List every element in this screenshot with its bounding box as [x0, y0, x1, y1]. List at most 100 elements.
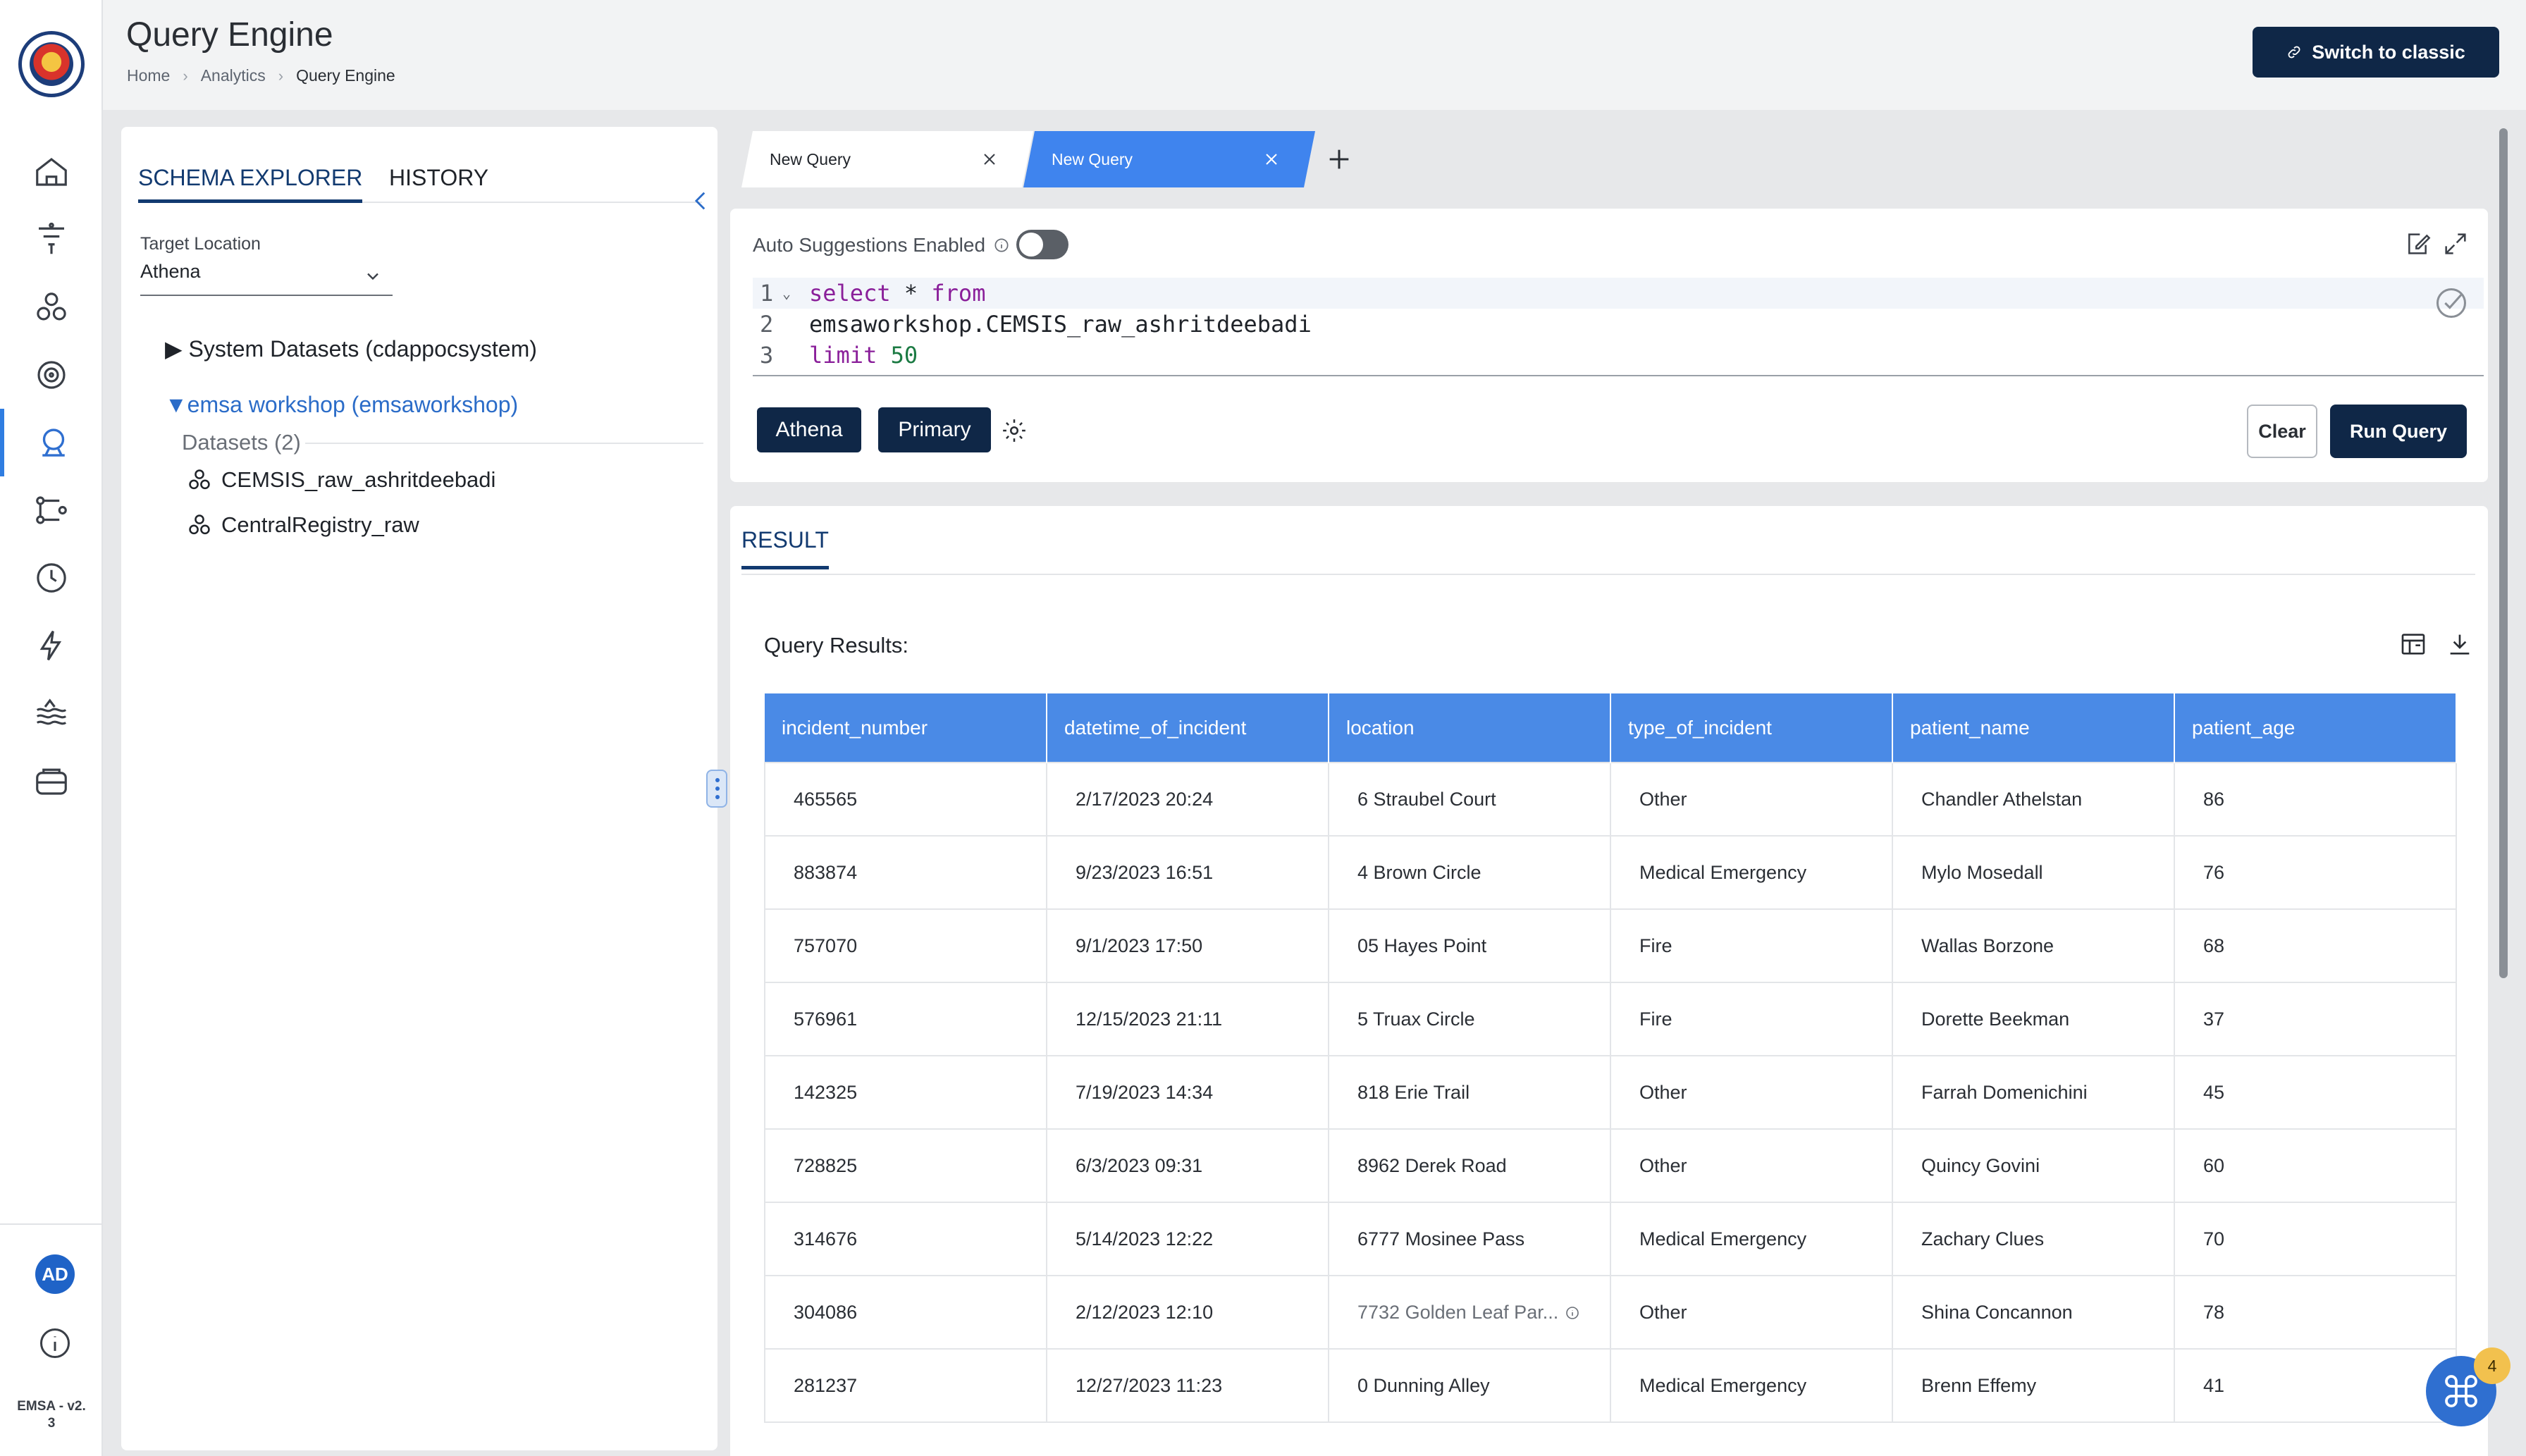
table-cell-incident-number: 728825	[764, 1128, 1047, 1203]
column-header[interactable]: patient_age	[2174, 693, 2457, 763]
sql-text: *	[890, 280, 932, 307]
table-row[interactable]: 576961 12/15/2023 21:11 5 Truax Circle Fire…	[764, 982, 2457, 1056]
target-location-select[interactable]: Athena	[140, 261, 393, 296]
workgroup-chip[interactable]: Primary	[878, 407, 991, 452]
table-cell-datetime-of-incident: 12/15/2023 21:11	[1046, 982, 1329, 1056]
table-cell-location: 0 Dunning Alley	[1328, 1348, 1611, 1423]
data-lake-icon[interactable]	[0, 679, 103, 747]
column-header[interactable]: location	[1329, 693, 1611, 763]
table-cell-incident-number: 304086	[764, 1275, 1047, 1350]
edit-document-icon[interactable]	[2403, 230, 2432, 258]
column-header[interactable]: datetime_of_incident	[1047, 693, 1329, 763]
avatar[interactable]: AD	[35, 1254, 75, 1294]
table-cell-incident-number: 883874	[764, 835, 1047, 910]
table-row[interactable]: 465565 2/17/2023 20:24 6 Straubel Court Oth…	[764, 762, 2457, 837]
panel-resize-handle[interactable]	[706, 770, 727, 808]
clear-button[interactable]: Clear	[2247, 405, 2317, 458]
breadcrumb-analytics[interactable]: Analytics	[201, 66, 266, 85]
filter-funnel-icon[interactable]	[0, 206, 103, 273]
cell-value: Chandler Athelstan	[1921, 788, 2083, 810]
table-row[interactable]: 142325 7/19/2023 14:34 818 Erie Trail Other…	[764, 1055, 2457, 1130]
column-header[interactable]: incident_number	[765, 693, 1047, 763]
cell-value: Medical Emergency	[1639, 861, 1807, 883]
cell-value: 2/12/2023 12:10	[1076, 1301, 1214, 1323]
pipeline-icon[interactable]	[0, 476, 103, 544]
table-row[interactable]: 883874 9/23/2023 16:51 4 Brown Circle Medic…	[764, 835, 2457, 910]
cell-value: Medical Emergency	[1639, 1228, 1807, 1250]
datasets-icon[interactable]	[0, 273, 103, 341]
target-icon[interactable]	[0, 341, 103, 409]
table-cell-type-of-incident: Medical Emergency	[1610, 1348, 1893, 1423]
cell-value: Mylo Mosedall	[1921, 861, 2043, 883]
format-check-icon[interactable]	[2433, 285, 2470, 321]
table-row[interactable]: 281237 12/27/2023 11:23 0 Dunning Alley Med…	[764, 1348, 2457, 1423]
table-row[interactable]: 314676 5/14/2023 12:22 6777 Mosinee Pass Me…	[764, 1202, 2457, 1276]
dataset-item[interactable]: CEMSIS_raw_ashritdeebadi	[186, 467, 495, 493]
close-icon[interactable]	[980, 149, 999, 169]
tab-history[interactable]: HISTORY	[389, 152, 488, 203]
fold-chevron-icon[interactable]: ⌄	[782, 278, 791, 309]
dataset-item[interactable]: CentralRegistry_raw	[186, 512, 419, 538]
cell-value: 6/3/2023 09:31	[1076, 1154, 1203, 1176]
lightning-icon[interactable]	[0, 612, 103, 679]
query-tab[interactable]: New Query	[741, 131, 1033, 187]
tree-node-system-datasets[interactable]: ▶ System Datasets (cdappocsystem)	[165, 335, 537, 362]
result-tabs-divider	[741, 574, 2475, 575]
table-cell-patient-age: 86	[2174, 762, 2457, 837]
cell-value: Medical Emergency	[1639, 1374, 1807, 1396]
query-engine-icon[interactable]	[0, 409, 103, 476]
table-cell-patient-age: 37	[2174, 982, 2457, 1056]
run-query-button[interactable]: Run Query	[2330, 405, 2467, 458]
cell-value: 304086	[794, 1301, 858, 1323]
table-row[interactable]: 728825 6/3/2023 09:31 8962 Derek Road Other…	[764, 1128, 2457, 1203]
tab-schema-explorer[interactable]: SCHEMA EXPLORER	[138, 152, 363, 203]
column-header[interactable]: patient_name	[1892, 693, 2175, 763]
column-header[interactable]: type_of_incident	[1610, 693, 1893, 763]
table-cell-patient-name: Zachary Clues	[1892, 1202, 2175, 1276]
table-cell-patient-name: Brenn Effemy	[1892, 1348, 2175, 1423]
table-cell-type-of-incident: Other	[1610, 762, 1893, 837]
close-icon[interactable]	[1262, 149, 1281, 169]
chevron-right-icon: ›	[183, 66, 188, 85]
cell-value: 5 Truax Circle	[1357, 1008, 1475, 1030]
query-tab-active[interactable]: New Query	[1023, 131, 1315, 187]
breadcrumb-home[interactable]: Home	[127, 66, 170, 85]
home-icon[interactable]	[0, 138, 103, 206]
clock-icon[interactable]	[0, 544, 103, 612]
info-icon[interactable]	[37, 1325, 73, 1362]
table-row[interactable]: 304086 2/12/2023 12:10 7732 Golden Leaf Pa…	[764, 1275, 2457, 1350]
switch-to-classic-button[interactable]: Switch to classic	[2253, 27, 2499, 78]
cell-value: 41	[2203, 1374, 2225, 1396]
cell-value: 576961	[794, 1008, 858, 1030]
add-tab-icon[interactable]	[1325, 145, 1353, 173]
download-icon[interactable]	[2446, 630, 2474, 658]
table-row[interactable]: 757070 9/1/2023 17:50 05 Hayes Point Fire Wa…	[764, 908, 2457, 983]
table-cell-datetime-of-incident: 5/14/2023 12:22	[1046, 1202, 1329, 1276]
query-results-label: Query Results:	[764, 633, 909, 658]
cell-value: Zachary Clues	[1921, 1228, 2045, 1250]
info-icon[interactable]	[992, 236, 1011, 254]
cell-value: 4 Brown Circle	[1357, 861, 1481, 883]
sql-text: emsaworkshop.CEMSIS_raw_ashritdeebadi	[809, 311, 1312, 338]
info-icon[interactable]	[1564, 1304, 1581, 1321]
expand-icon[interactable]	[2441, 230, 2470, 258]
storage-icon[interactable]	[0, 747, 103, 815]
tree-node-emsa-workshop[interactable]: ▼emsa workshop (emsaworkshop)	[165, 392, 518, 418]
table-view-icon[interactable]	[2399, 630, 2427, 658]
gear-icon[interactable]	[1001, 417, 1028, 444]
table-cell-datetime-of-incident: 7/19/2023 14:34	[1046, 1055, 1329, 1130]
cell-value: 12/27/2023 11:23	[1076, 1374, 1223, 1396]
engine-chip[interactable]: Athena	[757, 407, 861, 452]
collapse-panel-icon[interactable]	[689, 189, 713, 213]
emsa-logo[interactable]	[18, 31, 85, 97]
tab-result[interactable]: RESULT	[741, 527, 829, 569]
breadcrumb: Home › Analytics › Query Engine	[127, 66, 395, 85]
cell-value: 7732 Golden Leaf Par...	[1357, 1301, 1559, 1323]
auto-suggestions-toggle[interactable]	[1016, 230, 1068, 259]
cell-value: Fire	[1639, 934, 1672, 956]
table-header-row: incident_number datetime_of_incident loc…	[765, 693, 2457, 763]
table-cell-incident-number: 576961	[764, 982, 1047, 1056]
result-card: RESULT Query Results: incident_number da…	[730, 506, 2488, 1456]
sql-editor[interactable]: 1 ⌄ select * from 2 emsaworkshop.CEMSIS_…	[753, 278, 2484, 376]
scrollbar[interactable]	[2498, 127, 2509, 1456]
